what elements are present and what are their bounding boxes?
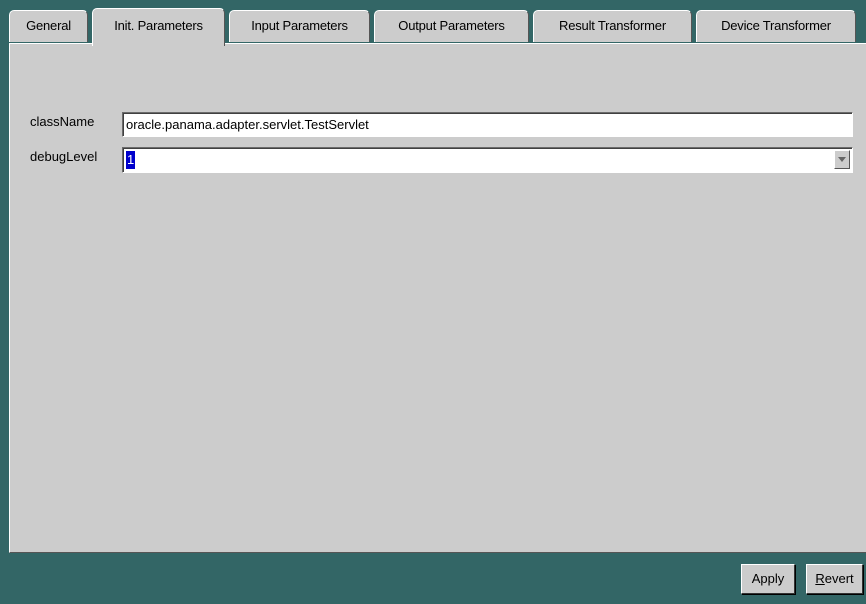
apply-button[interactable]: Apply bbox=[741, 564, 795, 594]
revert-button[interactable]: Revert bbox=[806, 564, 863, 594]
tab-output-parameters[interactable]: Output Parameters bbox=[374, 10, 529, 42]
tab-strip: General Init. Parameters Input Parameter… bbox=[0, 0, 866, 46]
tab-input-parameters[interactable]: Input Parameters bbox=[229, 10, 370, 42]
classname-label: className bbox=[30, 114, 95, 129]
classname-field[interactable] bbox=[122, 112, 853, 137]
debuglevel-dropdown-button[interactable] bbox=[834, 150, 850, 169]
init-parameters-panel: className debugLevel 1 bbox=[9, 43, 866, 553]
tab-init-parameters[interactable]: Init. Parameters bbox=[92, 8, 225, 46]
parameters-dialog: General Init. Parameters Input Parameter… bbox=[0, 0, 866, 604]
debuglevel-label: debugLevel bbox=[30, 149, 98, 164]
revert-mnemonic: R bbox=[815, 571, 825, 586]
debuglevel-selected-value: 1 bbox=[126, 151, 136, 169]
revert-label-rest: evert bbox=[824, 571, 854, 586]
tab-general[interactable]: General bbox=[9, 10, 88, 42]
debuglevel-combobox[interactable]: 1 bbox=[122, 147, 853, 173]
tab-device-transformer[interactable]: Device Transformer bbox=[696, 10, 856, 42]
chevron-down-icon bbox=[838, 157, 846, 162]
tab-result-transformer[interactable]: Result Transformer bbox=[533, 10, 692, 42]
